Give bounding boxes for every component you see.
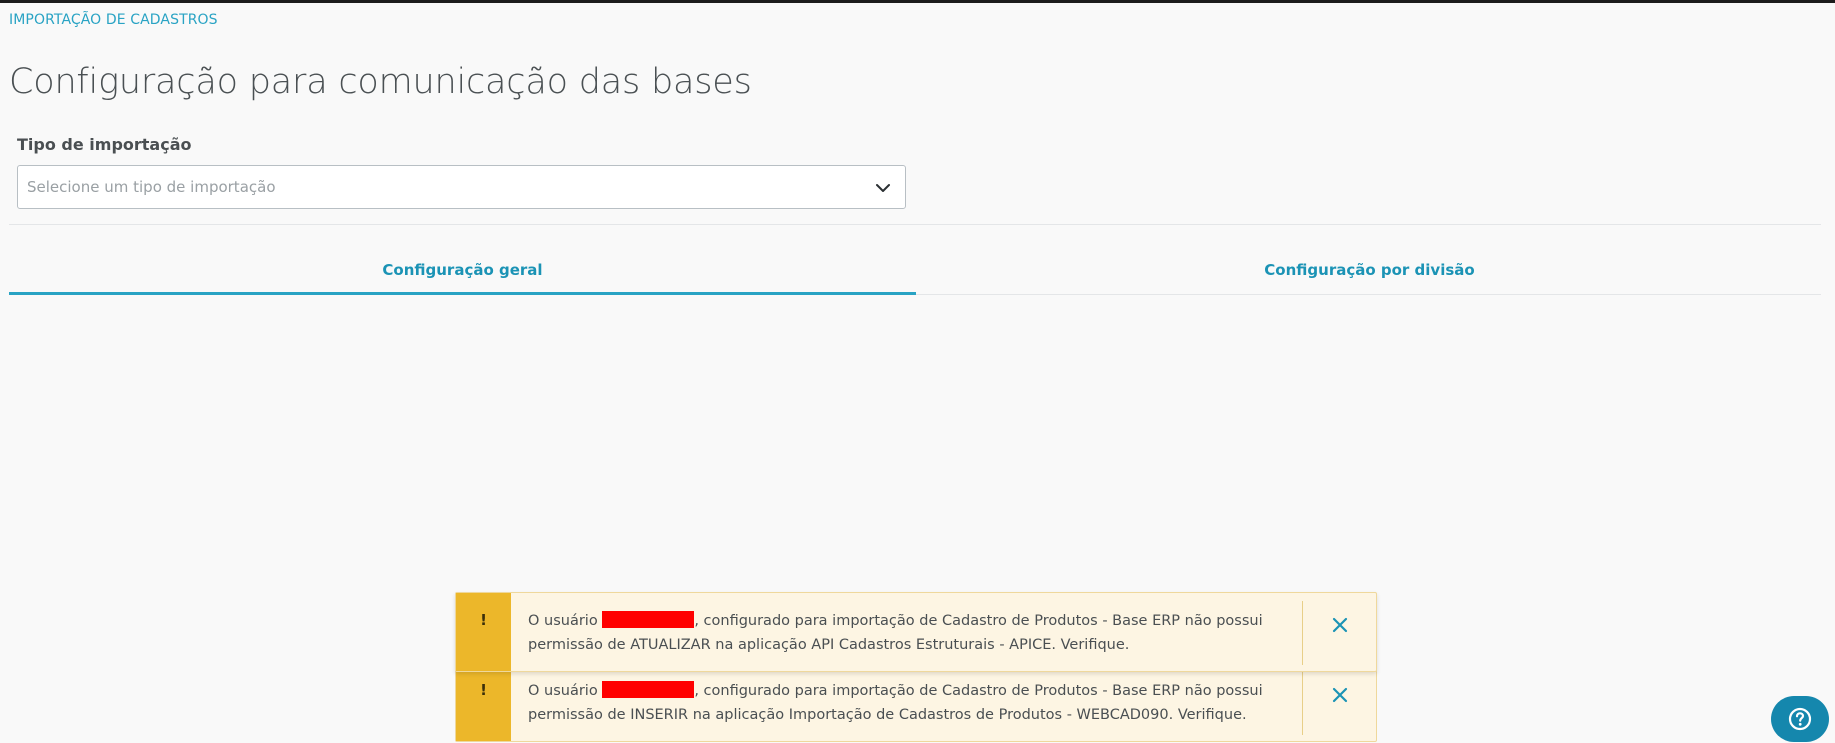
tab-label: Configuração por divisão [1264, 261, 1475, 279]
warning-icon: ! [480, 611, 487, 629]
tab-label: Configuração geral [382, 261, 543, 279]
window-top-border [0, 0, 1835, 3]
warning-stripe [456, 593, 511, 671]
help-button[interactable] [1771, 696, 1829, 742]
notification-separator [1302, 671, 1303, 735]
chevron-down-icon [876, 184, 890, 192]
notification-message: O usuário , configurado para importação … [528, 679, 1268, 727]
tab-configuracao-por-divisao[interactable]: Configuração por divisão [916, 252, 1823, 294]
page-title: Configuração para comunicação das bases [9, 62, 752, 102]
active-tab-indicator [9, 292, 916, 295]
tab-configuracao-geral[interactable]: Configuração geral [9, 252, 916, 295]
redacted-username [602, 681, 695, 698]
close-icon[interactable] [1330, 685, 1350, 705]
config-tabs: Configuração geral Configuração por divi… [9, 252, 1821, 295]
section-divider [9, 224, 1821, 225]
warning-notification: ! O usuário , configurado para importaçã… [455, 592, 1377, 672]
redacted-username [602, 611, 695, 628]
message-prefix: O usuário [528, 613, 603, 629]
message-prefix: O usuário [528, 683, 603, 699]
import-type-select[interactable]: Selecione um tipo de importação [17, 165, 906, 209]
help-icon [1788, 707, 1812, 731]
warning-icon: ! [480, 681, 487, 699]
notification-message: O usuário , configurado para importação … [528, 609, 1268, 657]
import-type-placeholder: Selecione um tipo de importação [27, 178, 276, 196]
breadcrumb[interactable]: IMPORTAÇÃO DE CADASTROS [9, 12, 218, 28]
import-type-label: Tipo de importação [17, 135, 192, 154]
warning-stripe [456, 663, 511, 741]
close-icon[interactable] [1330, 615, 1350, 635]
warning-notification: ! O usuário , configurado para importaçã… [455, 662, 1377, 742]
notification-separator [1302, 601, 1303, 665]
